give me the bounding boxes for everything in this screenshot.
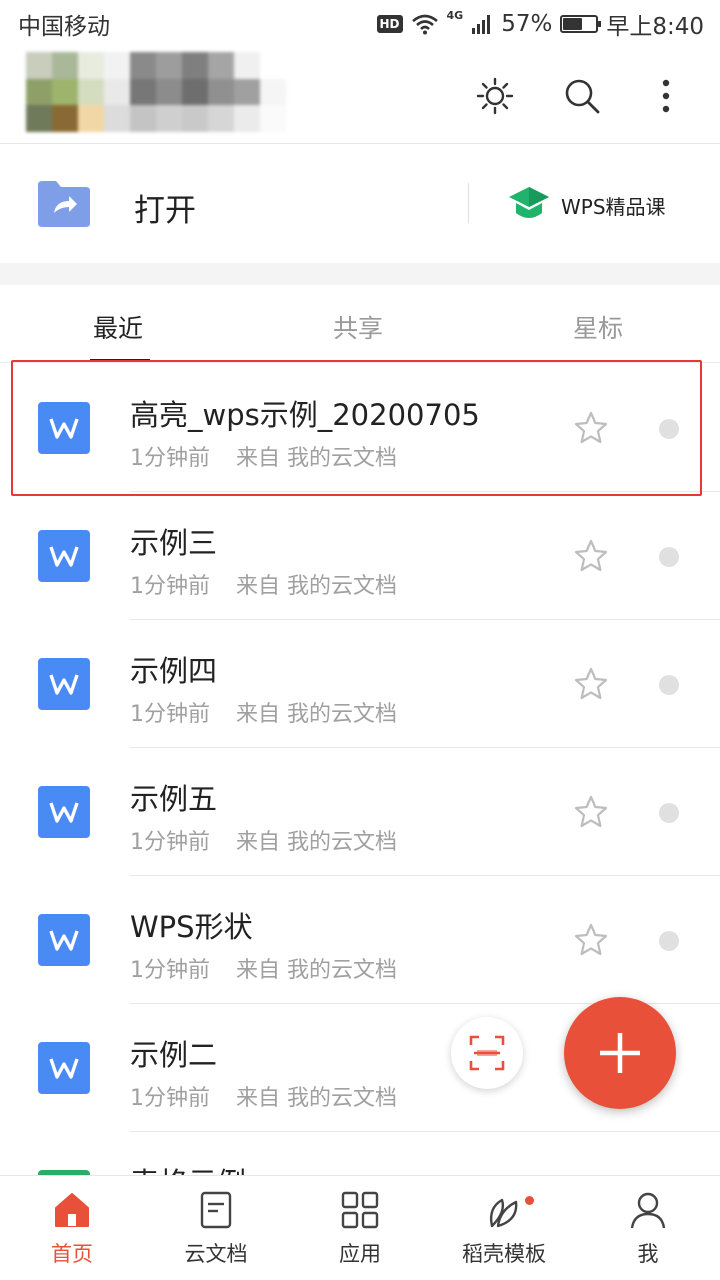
scan-button[interactable] xyxy=(451,1017,523,1089)
star-icon[interactable] xyxy=(573,794,609,830)
file-row[interactable]: 示例四 1分钟前 来自 我的云文档 xyxy=(0,620,720,748)
file-source: 来自 我的云文档 xyxy=(236,958,397,983)
more-options-dot[interactable] xyxy=(659,547,679,567)
file-name: 示例四 xyxy=(130,654,218,688)
more-options-dot[interactable] xyxy=(659,803,679,823)
apps-grid-icon xyxy=(341,1191,379,1229)
search-icon[interactable] xyxy=(562,76,602,116)
section-gap xyxy=(0,263,720,285)
file-time: 1分钟前 xyxy=(130,830,210,855)
hd-badge: HD xyxy=(376,15,403,33)
file-time: 1分钟前 xyxy=(130,574,210,599)
wps-writer-icon xyxy=(38,1042,90,1094)
clock: 早上8:40 xyxy=(606,14,704,40)
file-name: 示例二 xyxy=(130,1038,218,1072)
battery-percent: 57% xyxy=(501,11,553,37)
battery-icon xyxy=(560,15,602,33)
nav-cloud-docs-label: 云文档 xyxy=(184,1242,248,1266)
carrier-label: 中国移动 xyxy=(18,14,110,40)
battery-level-fill xyxy=(563,18,582,30)
file-source: 来自 我的云文档 xyxy=(236,574,397,599)
wifi-icon xyxy=(411,14,438,35)
file-row[interactable]: 示例五 1分钟前 来自 我的云文档 xyxy=(0,748,720,876)
star-icon[interactable] xyxy=(573,666,609,702)
file-time: 1分钟前 xyxy=(130,958,210,983)
nav-apps[interactable]: 应用 xyxy=(288,1176,432,1280)
wps-writer-icon xyxy=(38,786,90,838)
nav-me-label: 我 xyxy=(637,1242,659,1266)
nav-templates[interactable]: 稻壳模板 xyxy=(432,1176,576,1280)
more-options-dot[interactable] xyxy=(659,931,679,951)
plus-icon xyxy=(600,1033,640,1073)
open-button[interactable]: 打开 xyxy=(134,185,196,230)
scan-icon xyxy=(469,1035,505,1071)
file-meta: 1分钟前 来自 我的云文档 xyxy=(130,824,397,856)
status-indicators: HD 4G 57% 早上8:40 xyxy=(376,7,704,41)
graduation-cap-icon[interactable] xyxy=(508,183,550,225)
file-row[interactable]: WPS形状 1分钟前 来自 我的云文档 xyxy=(0,876,720,1004)
file-tabs: 最近 共享 星标 xyxy=(0,285,720,363)
nav-home-label: 首页 xyxy=(51,1242,93,1266)
profile-icon xyxy=(630,1192,666,1229)
status-bar: 中国移动 HD 4G 57% 早上8:40 xyxy=(0,0,720,48)
tab-shared[interactable]: 共享 xyxy=(333,309,383,345)
file-time: 1分钟前 xyxy=(130,1086,210,1111)
file-source: 来自 我的云文档 xyxy=(236,830,397,855)
file-meta: 1分钟前 来自 我的云文档 xyxy=(130,696,397,728)
file-name: 示例三 xyxy=(130,526,218,560)
divider xyxy=(468,183,469,223)
add-new-button[interactable] xyxy=(564,997,676,1109)
signal-icon xyxy=(472,15,491,34)
file-row[interactable]: 示例三 1分钟前 来自 我的云文档 xyxy=(0,492,720,620)
nav-cloud-docs[interactable]: 云文档 xyxy=(144,1176,288,1280)
bottom-nav: 首页 云文档 应用 稻壳模板 我 xyxy=(0,1175,720,1280)
cloud-doc-icon xyxy=(200,1191,232,1229)
quick-actions-row: 打开 WPS精品课 xyxy=(0,145,720,263)
template-leaf-icon xyxy=(489,1198,518,1228)
open-folder-icon[interactable] xyxy=(38,181,90,227)
notification-dot xyxy=(525,1196,534,1205)
wps-writer-icon xyxy=(38,530,90,582)
file-source: 来自 我的云文档 xyxy=(236,702,397,727)
nav-me[interactable]: 我 xyxy=(576,1176,720,1280)
nav-apps-label: 应用 xyxy=(339,1242,381,1266)
file-meta: 1分钟前 来自 我的云文档 xyxy=(130,568,397,600)
file-meta: 1分钟前 来自 我的云文档 xyxy=(130,1080,397,1112)
app-header xyxy=(0,48,720,144)
star-icon[interactable] xyxy=(573,538,609,574)
tab-starred[interactable]: 星标 xyxy=(573,309,623,345)
star-icon[interactable] xyxy=(573,922,609,958)
wps-course-button[interactable]: WPS精品课 xyxy=(561,191,666,220)
nav-templates-label: 稻壳模板 xyxy=(462,1242,546,1266)
avatar[interactable] xyxy=(26,52,286,132)
network-type: 4G xyxy=(446,9,464,22)
file-meta: 1分钟前 来自 我的云文档 xyxy=(130,952,397,984)
wps-writer-icon xyxy=(38,914,90,966)
brightness-icon[interactable] xyxy=(475,76,515,116)
file-name: WPS形状 xyxy=(130,910,253,944)
recent-file-list: 高亮_wps示例_20200705 1分钟前 来自 我的云文档 示例三 1分钟前来… xyxy=(0,364,720,1260)
file-name: 示例五 xyxy=(130,782,218,816)
more-options-dot[interactable] xyxy=(659,675,679,695)
nav-home[interactable]: 首页 xyxy=(0,1176,144,1280)
wps-writer-icon xyxy=(38,658,90,710)
home-icon xyxy=(55,1193,89,1227)
more-vertical-icon[interactable] xyxy=(646,76,686,116)
file-time: 1分钟前 xyxy=(130,702,210,727)
highlight-annotation-box xyxy=(11,360,702,496)
file-source: 来自 我的云文档 xyxy=(236,1086,397,1111)
tab-recent[interactable]: 最近 xyxy=(93,309,143,345)
